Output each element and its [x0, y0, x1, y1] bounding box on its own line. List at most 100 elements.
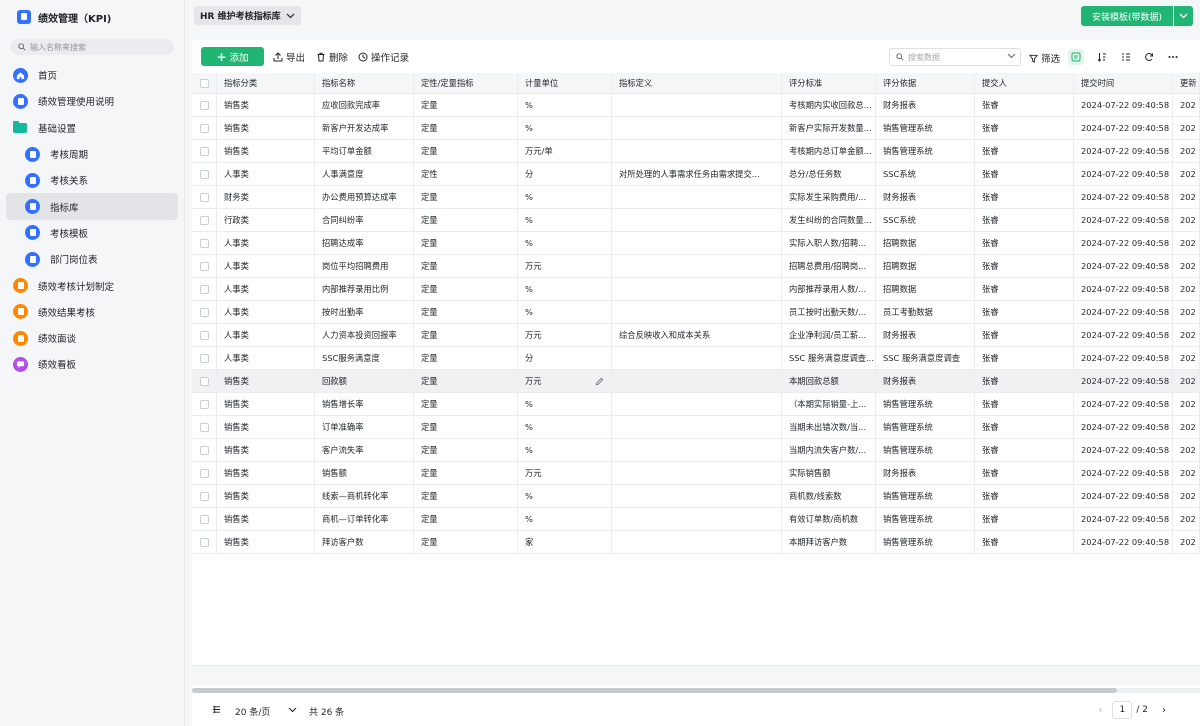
table-cell[interactable]: 张睿: [975, 140, 1074, 162]
table-cell[interactable]: 销售类: [217, 416, 315, 438]
delete-button[interactable]: 删除: [316, 50, 348, 64]
table-row[interactable]: 销售类 销售增长率 定量% （本期实际销量-上... 销售管理系统 张睿 2024-07-2…: [192, 393, 1200, 416]
add-button[interactable]: + 添加: [201, 47, 264, 66]
table-cell[interactable]: 当期未出错次数/当...: [782, 416, 876, 438]
table-cell[interactable]: 人力资本投资回报率: [315, 324, 414, 346]
table-cell[interactable]: %: [518, 117, 612, 139]
table-row[interactable]: 销售类 拜访客户数 定量 家 本期拜访客户数 销售管理系统 张睿 2024-07-22 09:…: [192, 531, 1200, 554]
table-cell[interactable]: 按时出勤率: [315, 301, 414, 323]
table-cell[interactable]: 销售类: [217, 462, 315, 484]
sidebar-item-4[interactable]: 考核关系: [0, 167, 184, 193]
table-cell[interactable]: %: [518, 439, 612, 461]
sidebar-item-6[interactable]: 考核模板: [0, 220, 184, 246]
table-cell[interactable]: 张睿: [975, 232, 1074, 254]
table-cell[interactable]: 订单准确率: [315, 416, 414, 438]
table-cell[interactable]: 万元: [518, 324, 612, 346]
sidebar-item-10[interactable]: 绩效面谈: [0, 325, 184, 351]
table-cell[interactable]: 财务类: [217, 186, 315, 208]
table-cell[interactable]: 人事类: [217, 255, 315, 277]
sidebar-search-input[interactable]: 输入名称来搜索: [10, 39, 174, 55]
table-cell[interactable]: 总分/总任务数: [782, 163, 876, 185]
more-button[interactable]: [1165, 49, 1181, 65]
table-cell[interactable]: SSC服务满意度: [315, 347, 414, 369]
column-header[interactable]: 提交人: [975, 73, 1074, 93]
table-cell[interactable]: 销售类: [217, 94, 315, 116]
table-cell[interactable]: 定量: [414, 370, 518, 392]
table-cell[interactable]: 定量: [414, 232, 518, 254]
table-cell[interactable]: 张睿: [975, 416, 1074, 438]
install-template-button[interactable]: 安装模板(带数据): [1081, 6, 1173, 26]
table-cell[interactable]: 202: [1173, 393, 1200, 415]
table-cell[interactable]: 线索—商机转化率: [315, 485, 414, 507]
table-cell[interactable]: 实际入职人数/招聘...: [782, 232, 876, 254]
table-cell[interactable]: 招聘达成率: [315, 232, 414, 254]
table-cell[interactable]: 张睿: [975, 439, 1074, 461]
sidebar-item-5[interactable]: 指标库: [6, 193, 178, 220]
table-row[interactable]: 销售类 订单准确率 定量% 当期未出错次数/当... 销售管理系统 张睿 2024-07-2…: [192, 416, 1200, 439]
table-cell[interactable]: 家: [518, 531, 612, 553]
view-selector[interactable]: HR 维护考核指标库: [194, 6, 301, 25]
table-cell[interactable]: 定量: [414, 278, 518, 300]
sidebar-item-0[interactable]: 首页: [0, 62, 184, 88]
table-cell[interactable]: 综合反映收入和成本关系: [612, 324, 782, 346]
table-cell[interactable]: 定量: [414, 117, 518, 139]
history-button[interactable]: 操作记录: [358, 50, 409, 64]
table-cell[interactable]: 实际销售额: [782, 462, 876, 484]
table-row[interactable]: 人事类 内部推荐录用比例 定量% 内部推荐录用人数/... 招聘数据 张睿 2024-07-…: [192, 278, 1200, 301]
table-cell[interactable]: 202: [1173, 209, 1200, 231]
table-cell[interactable]: 202: [1173, 255, 1200, 277]
table-cell[interactable]: 销售类: [217, 485, 315, 507]
column-header[interactable]: 评分标准: [782, 73, 876, 93]
table-cell[interactable]: 万元: [518, 370, 612, 392]
table-cell[interactable]: 销售类: [217, 531, 315, 553]
table-cell[interactable]: [612, 370, 782, 392]
table-cell[interactable]: 2024-07-22 09:40:58: [1074, 531, 1173, 553]
table-cell[interactable]: 销售类: [217, 508, 315, 530]
table-row[interactable]: 人事类 人力资本投资回报率 定量 万元 综合反映收入和成本关系 企业净利润/员工薪... 财…: [192, 324, 1200, 347]
table-cell[interactable]: SSC 服务满意度调查...: [782, 347, 876, 369]
table-cell[interactable]: 202: [1173, 232, 1200, 254]
edit-icon[interactable]: [595, 377, 604, 388]
table-cell[interactable]: 2024-07-22 09:40:58: [1074, 94, 1173, 116]
horizontal-scrollbar-thumb[interactable]: [192, 688, 1117, 693]
table-cell[interactable]: 2024-07-22 09:40:58: [1074, 485, 1173, 507]
table-cell[interactable]: 2024-07-22 09:40:58: [1074, 209, 1173, 231]
table-cell[interactable]: 202: [1173, 439, 1200, 461]
table-cell[interactable]: 招聘总费用/招聘岗...: [782, 255, 876, 277]
table-cell[interactable]: 202: [1173, 186, 1200, 208]
next-page-button[interactable]: ›: [1162, 705, 1166, 716]
table-cell[interactable]: 定性: [414, 163, 518, 185]
table-cell[interactable]: 张睿: [975, 117, 1074, 139]
table-cell[interactable]: 张睿: [975, 278, 1074, 300]
row-checkbox[interactable]: [199, 353, 209, 363]
table-cell[interactable]: 员工按时出勤天数/...: [782, 301, 876, 323]
table-cell[interactable]: [612, 393, 782, 415]
column-header[interactable]: 评分依据: [876, 73, 975, 93]
table-cell[interactable]: 定量: [414, 301, 518, 323]
sidebar-item-8[interactable]: 绩效考核计划制定: [0, 272, 184, 298]
table-cell[interactable]: %: [518, 186, 612, 208]
column-header[interactable]: 定性/定量指标: [414, 73, 518, 93]
table-cell[interactable]: [612, 140, 782, 162]
table-cell[interactable]: 人事类: [217, 232, 315, 254]
table-cell[interactable]: 招聘数据: [876, 255, 975, 277]
table-cell[interactable]: [612, 485, 782, 507]
row-checkbox[interactable]: [199, 307, 209, 317]
table-row[interactable]: 财务类 办公费用预算达成率 定量% 实际发生采购费用/... 财务报表 张睿 2024-07…: [192, 186, 1200, 209]
table-cell[interactable]: （本期实际销量-上...: [782, 393, 876, 415]
table-cell[interactable]: 招聘数据: [876, 278, 975, 300]
row-checkbox[interactable]: [199, 376, 209, 386]
table-cell[interactable]: [612, 347, 782, 369]
row-checkbox[interactable]: [199, 330, 209, 340]
table-cell[interactable]: SSC 服务满意度调查: [876, 347, 975, 369]
table-cell[interactable]: 销售管理系统: [876, 531, 975, 553]
table-cell[interactable]: [612, 416, 782, 438]
table-row[interactable]: 人事类 岗位平均招聘费用 定量 万元 招聘总费用/招聘岗... 招聘数据 张睿 2024-07…: [192, 255, 1200, 278]
table-cell[interactable]: 2024-07-22 09:40:58: [1074, 324, 1173, 346]
table-cell[interactable]: %: [518, 508, 612, 530]
table-cell[interactable]: 张睿: [975, 324, 1074, 346]
table-cell[interactable]: 销售类: [217, 393, 315, 415]
sidebar-item-2[interactable]: 基础设置: [0, 115, 184, 141]
table-cell[interactable]: 销售额: [315, 462, 414, 484]
table-cell[interactable]: 新客户开发达成率: [315, 117, 414, 139]
